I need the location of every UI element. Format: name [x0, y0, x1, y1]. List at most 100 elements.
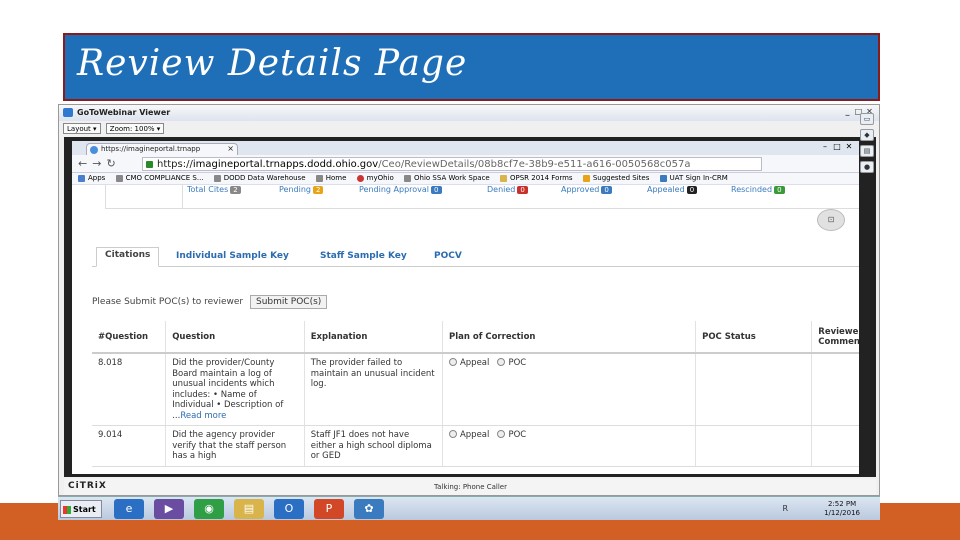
page-icon: [315, 175, 323, 182]
count-badge: 0: [686, 186, 698, 194]
poc-label: POC: [508, 430, 527, 440]
address-bar-row: ← → ↻ https://imagineportal.trnapps.dodd.o…: [72, 155, 859, 173]
col-header: POC Status: [695, 321, 813, 354]
windows-flag-icon: [63, 506, 71, 514]
bookmark-cmo[interactable]: CMO COMPLIANCE S...: [115, 174, 204, 182]
count-denied[interactable]: Denied 0: [487, 185, 528, 194]
plan-of-correction-cell: Appeal POC: [442, 353, 697, 426]
gotomeeting-icon[interactable]: ✿: [354, 499, 384, 519]
browser-maximize-button[interactable]: □: [831, 142, 843, 151]
bookmark-myohio[interactable]: myOhio: [356, 174, 394, 182]
table-row: 8.018 Did the provider/County Board main…: [92, 353, 859, 426]
citrix-logo: CiTRiX: [68, 481, 107, 491]
browser-tab[interactable]: https://imagineportal.trnapp ×: [86, 143, 238, 155]
talking-status: Talking: Phone Caller: [434, 483, 507, 491]
col-header: Explanation: [304, 321, 443, 354]
submit-poc-button[interactable]: Submit POC(s): [250, 295, 328, 309]
poc-radio[interactable]: [497, 358, 506, 366]
gotowebinar-window: GoToWebinar Viewer _ □ ✕ Layout ▾ Zoom: 10…: [58, 104, 880, 496]
plan-of-correction-cell: Appeal POC: [442, 425, 697, 467]
count-approved[interactable]: Approved 0: [561, 185, 612, 194]
browser-close-button[interactable]: ✕: [843, 142, 855, 151]
suggested-icon: [582, 175, 590, 182]
appeal-label: Appeal: [459, 430, 490, 440]
nav-buttons: ← → ↻: [78, 157, 121, 170]
powerpoint-icon[interactable]: P: [314, 499, 344, 519]
read-more-link[interactable]: Read more: [180, 411, 226, 421]
myohio-icon: [356, 175, 364, 182]
minimize-button[interactable]: _: [842, 107, 853, 116]
gtw-side-button-3[interactable]: ▤: [860, 145, 874, 157]
browser-minimize-button[interactable]: –: [819, 142, 831, 151]
layout-dropdown[interactable]: Layout ▾: [63, 123, 101, 134]
explanation-text: The provider failed to maintain an unusu…: [304, 353, 443, 426]
media-player-icon[interactable]: ▶: [154, 499, 184, 519]
system-clock[interactable]: 2:52 PM 1/12/2016: [824, 500, 860, 518]
url-field[interactable]: https://imagineportal.trnapps.dodd.ohio.…: [142, 157, 762, 171]
bookmark-uat[interactable]: UAT Sign In-CRM: [659, 174, 728, 182]
tab-favicon: [90, 146, 98, 154]
page-icon: [115, 175, 123, 182]
poc-label: POC: [508, 358, 527, 368]
submit-prompt: Please Submit POC(s) to reviewer: [92, 297, 244, 307]
poc-radio[interactable]: [497, 430, 506, 438]
bookmark-opsr[interactable]: OPSR 2014 Forms: [499, 174, 573, 182]
count-pending-approval[interactable]: Pending Approval 0: [359, 185, 442, 194]
start-button[interactable]: Start: [60, 500, 102, 518]
col-header: Question: [165, 321, 305, 354]
page-icon: [659, 175, 667, 182]
table-header-row: #Question Question Explanation Plan of C…: [92, 321, 859, 354]
outlook-icon[interactable]: O: [274, 499, 304, 519]
url-domain: imagineportal.trnapps.dodd.ohio.gov: [192, 159, 379, 170]
tab-pocv[interactable]: POCV: [434, 251, 462, 261]
poc-status-cell: [695, 353, 813, 426]
tab-individual-sample-key[interactable]: Individual Sample Key: [176, 251, 289, 261]
browser-window: https://imagineportal.trnapp × – □ ✕ ← → ↻ h…: [72, 141, 859, 474]
citrix-status-bar: CiTRiX Talking: Phone Caller: [64, 479, 876, 495]
browser-tabstrip: https://imagineportal.trnapp × – □ ✕: [72, 141, 859, 155]
tab-close-icon[interactable]: ×: [227, 144, 234, 153]
bookmark-dodd[interactable]: DODD Data Warehouse: [213, 174, 306, 182]
question-text: Did the provider/County Board maintain a…: [165, 353, 305, 426]
bookmark-home[interactable]: Home: [315, 174, 346, 182]
submit-row: Please Submit POC(s) to reviewer Submit …: [92, 295, 328, 309]
slide-title: Review Details Page: [77, 43, 468, 84]
tab-citations[interactable]: Citations: [96, 247, 160, 267]
slide: Review Details Page GoToWebinar Viewer _…: [0, 0, 960, 540]
detail-tabs: Citations Individual Sample Key Staff Sa…: [92, 247, 859, 267]
bookmark-suggested[interactable]: Suggested Sites: [582, 174, 649, 182]
tray-language[interactable]: R: [782, 504, 788, 513]
appeal-radio[interactable]: [448, 358, 457, 366]
count-total-cites[interactable]: Total Cites 2: [187, 185, 241, 194]
appeal-radio[interactable]: [448, 430, 457, 438]
back-arrow-icon[interactable]: ←: [78, 157, 87, 170]
table-row: 9.014 Did the agency provider verify tha…: [92, 425, 859, 467]
count-pending[interactable]: Pending 2: [279, 185, 324, 194]
bookmark-apps[interactable]: Apps: [78, 174, 105, 182]
count-appealed[interactable]: Appealed 0: [647, 185, 698, 194]
zoom-dropdown[interactable]: Zoom: 100% ▾: [105, 123, 165, 134]
screen-share-icon[interactable]: ⊡: [817, 209, 845, 231]
reviewer-comments-cell: [811, 425, 859, 467]
chrome-icon[interactable]: ◉: [194, 499, 224, 519]
count-badge: 2: [312, 186, 324, 194]
windows-taskbar: Start e ▶ ◉ ▤ O P ✿ R 2:52 PM 1/12/2016: [58, 496, 880, 520]
reload-icon[interactable]: ↻: [106, 157, 115, 170]
citations-table: #Question Question Explanation Plan of C…: [92, 321, 859, 467]
gtw-side-button-1[interactable]: ▭: [860, 113, 874, 125]
file-explorer-icon[interactable]: ▤: [234, 499, 264, 519]
gtw-title: GoToWebinar Viewer: [77, 108, 171, 117]
question-number: 8.018: [92, 353, 167, 426]
count-rescinded[interactable]: Rescinded 0: [731, 185, 785, 194]
internet-explorer-icon[interactable]: e: [114, 499, 144, 519]
page-icon: [213, 175, 221, 182]
page-icon: [404, 175, 412, 182]
clock-date: 1/12/2016: [824, 509, 860, 517]
gtw-title-bar: GoToWebinar Viewer _ □ ✕: [59, 105, 879, 121]
gtw-side-button-4[interactable]: ●: [860, 161, 874, 173]
gtw-side-button-2[interactable]: ◆: [860, 129, 874, 141]
tab-staff-sample-key[interactable]: Staff Sample Key: [320, 251, 407, 261]
col-header: Plan of Correction: [442, 321, 697, 354]
forward-arrow-icon[interactable]: →: [92, 157, 101, 170]
bookmark-ohio-ssa[interactable]: Ohio SSA Work Space: [404, 174, 490, 182]
